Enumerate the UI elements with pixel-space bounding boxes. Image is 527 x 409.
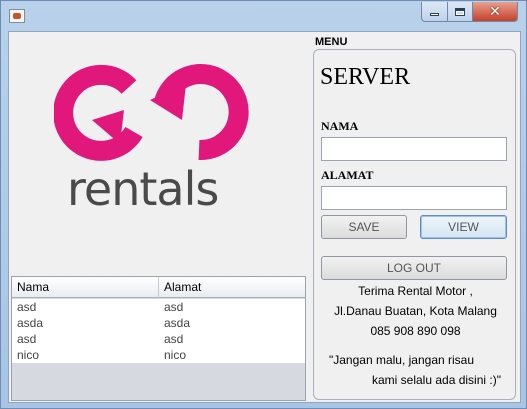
cell-nama: asda — [17, 316, 44, 330]
info-text-phone: 085 908 890 098 — [370, 324, 461, 338]
alamat-input[interactable] — [321, 186, 507, 210]
nama-input[interactable] — [321, 137, 507, 161]
table-row[interactable]: asda asda — [12, 315, 305, 331]
alamat-label: ALAMAT — [321, 168, 374, 182]
table-row[interactable]: asd asd — [12, 331, 305, 347]
cell-alamat: asd — [164, 300, 184, 314]
close-icon: ✕ — [489, 3, 501, 20]
cell-nama: asd — [17, 332, 37, 346]
table-row[interactable]: nico nico — [12, 347, 305, 363]
title-bar[interactable]: ✕ — [1, 1, 527, 31]
nama-label: NAMA — [321, 119, 359, 133]
app-window: ✕ rentals Nama Alamat asd asd asda asda … — [0, 0, 527, 409]
save-button[interactable]: SAVE — [321, 215, 407, 239]
column-header-nama[interactable]: Nama — [12, 277, 159, 298]
maximize-icon — [455, 7, 465, 16]
java-app-icon — [9, 9, 25, 23]
view-button[interactable]: VIEW — [420, 215, 507, 239]
data-table[interactable]: Nama Alamat asd asd asda asda asd asd ni… — [11, 276, 306, 401]
menu-label: MENU — [315, 36, 348, 48]
cell-alamat: asda — [164, 316, 191, 330]
quote-line-1: "Jangan malu, jangan risau — [329, 353, 475, 367]
close-button[interactable]: ✕ — [472, 2, 518, 22]
menu-panel: SERVER NAMA ALAMAT SAVE VIEW LOG OUT Ter… — [313, 49, 516, 400]
go-arrows-logo-icon — [54, 64, 249, 161]
table-body: asd asd asda asda asd asd nico nico — [12, 299, 305, 363]
info-text-business: Terima Rental Motor , — [358, 284, 473, 298]
column-header-alamat[interactable]: Alamat — [159, 277, 305, 298]
table-row[interactable]: asd asd — [12, 299, 305, 315]
logo: rentals — [9, 32, 309, 272]
logo-text: rentals — [67, 162, 219, 216]
quote-line-2: kami selalu ada disini :)" — [372, 373, 501, 387]
table-header: Nama Alamat — [12, 277, 305, 298]
main-content: rentals Nama Alamat asd asd asda asda as… — [8, 31, 521, 403]
minimize-icon — [430, 13, 439, 16]
info-text-address: Jl.Danau Buatan, Kota Malang — [334, 304, 497, 318]
logout-button[interactable]: LOG OUT — [321, 256, 507, 280]
minimize-button[interactable] — [421, 2, 448, 22]
server-title: SERVER — [320, 64, 411, 90]
cell-nama: nico — [17, 348, 40, 362]
maximize-button[interactable] — [447, 2, 473, 22]
cell-alamat: nico — [164, 348, 187, 362]
cell-nama: asd — [17, 300, 37, 314]
cell-alamat: asd — [164, 332, 184, 346]
